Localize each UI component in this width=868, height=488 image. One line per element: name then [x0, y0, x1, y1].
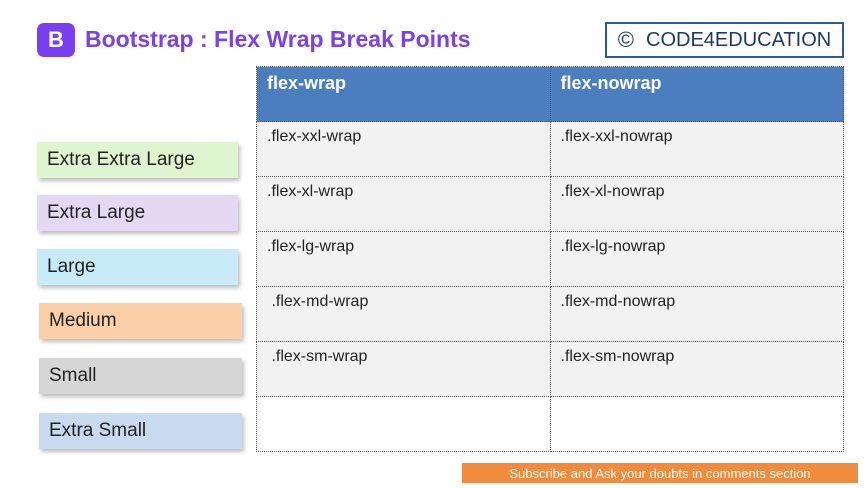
copyright-icon: ©	[617, 27, 634, 52]
table-row: .flex-xl-wrap .flex-xl-nowrap	[256, 176, 844, 232]
bootstrap-logo-letter: B	[48, 27, 64, 52]
table-cell: .flex-xl-wrap	[256, 176, 551, 232]
breakpoint-label: Small	[49, 365, 97, 386]
brand-name: CODE4EDUCATION	[646, 28, 832, 51]
subscribe-banner[interactable]: Subscribe and Ask your doubts in comment…	[462, 463, 858, 483]
breakpoint-label: Extra Small	[49, 420, 147, 441]
table-cell	[256, 396, 551, 452]
breakpoint-label: Large	[47, 256, 96, 277]
breakpoint-small: Small	[39, 358, 242, 394]
breakpoint-extra-large: Extra Large	[37, 195, 238, 231]
table-row: .flex-md-wrap .flex-md-nowrap	[256, 286, 844, 342]
table-cell: .flex-lg-nowrap	[549, 231, 844, 287]
table-row: .flex-xxl-wrap .flex-xxl-nowrap	[256, 121, 844, 177]
table-cell	[549, 396, 844, 452]
table-cell: .flex-xxl-wrap	[256, 121, 551, 177]
column-header-nowrap: flex-nowrap	[549, 66, 844, 122]
breakpoint-large: Large	[37, 249, 238, 285]
table-cell: .flex-sm-nowrap	[549, 341, 844, 397]
breakpoint-medium: Medium	[39, 303, 242, 339]
flex-wrap-table: flex-wrap flex-nowrap .flex-xxl-wrap .fl…	[256, 66, 844, 452]
breakpoint-label: Extra Extra Large	[47, 149, 195, 170]
table-cell: .flex-lg-wrap	[256, 231, 551, 287]
brand-badge: © CODE4EDUCATION	[605, 22, 844, 58]
table-cell: .flex-xl-nowrap	[549, 176, 844, 232]
table-cell: .flex-xxl-nowrap	[549, 121, 844, 177]
breakpoint-label: Extra Large	[47, 202, 146, 223]
table-cell: .flex-md-nowrap	[549, 286, 844, 342]
table-cell: .flex-sm-wrap	[256, 341, 551, 397]
table-row: .flex-sm-wrap .flex-sm-nowrap	[256, 341, 844, 397]
breakpoint-extra-extra-large: Extra Extra Large	[37, 142, 238, 178]
breakpoint-label: Medium	[49, 310, 117, 331]
table-header-row: flex-wrap flex-nowrap	[256, 66, 844, 122]
bootstrap-logo: B	[37, 23, 75, 57]
table-cell: .flex-md-wrap	[256, 286, 551, 342]
table-row: .flex-lg-wrap .flex-lg-nowrap	[256, 231, 844, 287]
page-title: Bootstrap : Flex Wrap Break Points	[85, 26, 471, 52]
table-row	[256, 396, 844, 452]
column-header-wrap: flex-wrap	[256, 66, 551, 122]
breakpoint-extra-small: Extra Small	[39, 413, 242, 449]
